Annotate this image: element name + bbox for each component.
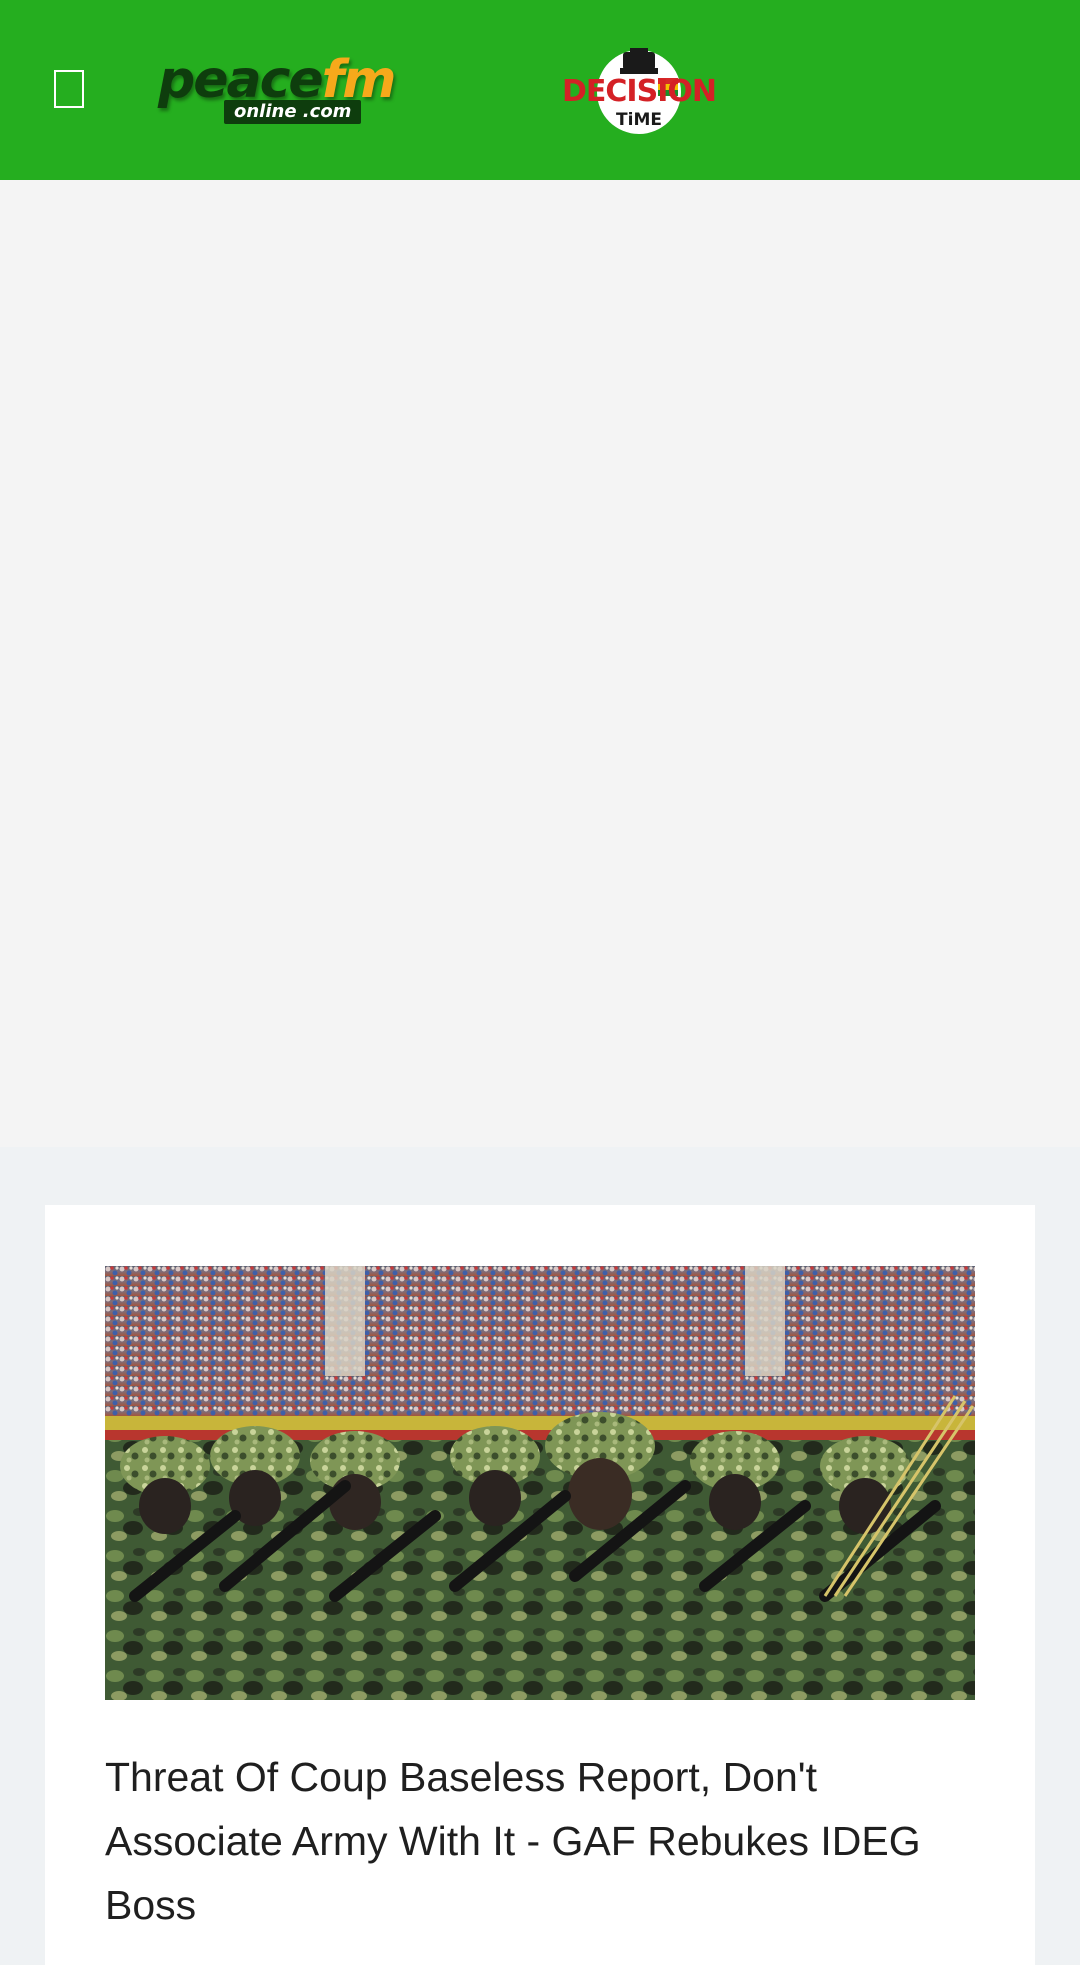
- article-card[interactable]: Threat Of Coup Baseless Report, Don't As…: [45, 1205, 1035, 1965]
- decision-logo-word1: DECISION: [562, 74, 716, 109]
- site-header: peacefm online .com DECISION TiME: [0, 0, 1080, 180]
- decision-time-logo[interactable]: DECISION TiME: [556, 48, 722, 136]
- ad-placeholder: [0, 180, 1080, 1147]
- logo-subtitle: online .com: [224, 100, 362, 124]
- stadium-banner: [105, 1416, 975, 1430]
- stadium-pillar: [745, 1266, 785, 1376]
- article-image[interactable]: [105, 1266, 975, 1700]
- stadium-pillar: [325, 1266, 365, 1376]
- menu-toggle-icon[interactable]: [54, 70, 84, 108]
- article-title[interactable]: Threat Of Coup Baseless Report, Don't As…: [105, 1745, 975, 1937]
- decision-logo-word2: TiME: [616, 110, 662, 130]
- peacefm-logo[interactable]: peacefm online .com: [158, 48, 396, 134]
- decision-logo-castle-top: [630, 48, 648, 56]
